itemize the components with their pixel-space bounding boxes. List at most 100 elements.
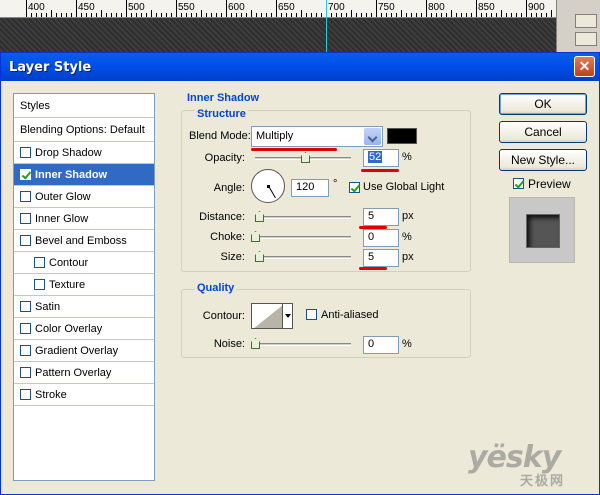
style-item-checkbox[interactable]: [20, 367, 31, 378]
ruler-label: 600: [228, 2, 245, 13]
ruler-tick: [211, 13, 212, 17]
ruler-tick: [271, 13, 272, 17]
ruler-tick: [436, 13, 437, 17]
dialog-titlebar[interactable]: Layer Style: [1, 53, 599, 81]
ok-button[interactable]: OK: [499, 93, 587, 115]
style-item-label: Bevel and Emboss: [35, 234, 127, 247]
ruler-tick: [486, 13, 487, 17]
style-item-checkbox[interactable]: [20, 169, 31, 180]
structure-title: Structure: [195, 108, 248, 120]
style-item-contour[interactable]: Contour: [14, 252, 154, 274]
ruler-tick: [461, 13, 462, 17]
ruler-label: 450: [78, 2, 95, 13]
ruler-tick: [546, 13, 547, 17]
ruler-tick: [201, 10, 202, 17]
ruler-tick: [346, 13, 347, 17]
noise-input[interactable]: 0: [363, 336, 399, 354]
anti-aliased-checkbox[interactable]: [306, 309, 317, 320]
ruler-tick: [476, 0, 477, 17]
ruler-tick: [411, 13, 412, 17]
ruler-label: 400: [28, 2, 45, 13]
contour-picker[interactable]: [251, 303, 283, 329]
choke-input[interactable]: 0: [363, 229, 399, 247]
styles-header[interactable]: Styles: [14, 94, 154, 118]
panel-button[interactable]: [575, 14, 597, 28]
ruler-tick: [301, 10, 302, 17]
opacity-input[interactable]: 52: [363, 149, 399, 167]
style-item-label: Outer Glow: [35, 190, 91, 203]
chevron-down-icon[interactable]: [283, 303, 293, 329]
annotation-underline: [359, 267, 387, 270]
layer-style-dialog: Layer Style ✕ Styles Blending Options: D…: [0, 52, 600, 495]
ruler-tick: [551, 10, 552, 17]
size-slider-track[interactable]: [255, 256, 351, 259]
style-item-label: Satin: [35, 300, 61, 313]
angle-unit: °: [333, 178, 338, 190]
preview-checkbox[interactable]: [513, 178, 524, 189]
shadow-color-swatch[interactable]: [387, 128, 417, 144]
style-item-checkbox[interactable]: [20, 323, 31, 334]
style-item-drop-shadow[interactable]: Drop Shadow: [14, 142, 154, 164]
distance-label: Distance:: [199, 211, 245, 223]
style-item-color-overlay[interactable]: Color Overlay: [14, 318, 154, 340]
chevron-down-icon[interactable]: [364, 128, 381, 145]
guide-line: [326, 0, 327, 52]
annotation-underline: [361, 169, 399, 172]
style-item-gradient-overlay[interactable]: Gradient Overlay: [14, 340, 154, 362]
dialog-title: Layer Style: [9, 59, 92, 75]
ruler-tick: [116, 13, 117, 17]
ruler-tick: [331, 13, 332, 17]
ruler-tick: [41, 13, 42, 17]
blending-options-item[interactable]: Blending Options: Default: [14, 118, 154, 142]
style-item-bevel-and-emboss[interactable]: Bevel and Emboss: [14, 230, 154, 252]
ruler-tick: [161, 13, 162, 17]
ruler-tick: [536, 13, 537, 17]
ruler-tick: [531, 13, 532, 17]
new-style-button[interactable]: New Style...: [499, 149, 587, 171]
use-global-light-checkbox[interactable]: [349, 182, 360, 193]
ruler-tick: [261, 13, 262, 17]
style-item-texture[interactable]: Texture: [14, 274, 154, 296]
ruler-tick: [431, 13, 432, 17]
style-item-checkbox[interactable]: [20, 389, 31, 400]
style-item-checkbox[interactable]: [20, 235, 31, 246]
style-item-stroke[interactable]: Stroke: [14, 384, 154, 406]
noise-slider-track[interactable]: [255, 343, 351, 346]
style-item-inner-glow[interactable]: Inner Glow: [14, 208, 154, 230]
ruler-tick: [281, 13, 282, 17]
choke-label: Choke:: [210, 231, 245, 243]
ruler-tick: [306, 13, 307, 17]
ruler-label: 700: [328, 2, 345, 13]
angle-input[interactable]: 120: [291, 179, 329, 197]
style-item-checkbox[interactable]: [20, 191, 31, 202]
cancel-button[interactable]: Cancel: [499, 121, 587, 143]
blend-mode-value: Multiply: [256, 130, 294, 142]
size-input[interactable]: 5: [363, 249, 399, 267]
ruler-tick: [131, 13, 132, 17]
style-item-checkbox[interactable]: [20, 213, 31, 224]
style-item-checkbox[interactable]: [34, 279, 45, 290]
panel-button[interactable]: [575, 32, 597, 46]
distance-slider-track[interactable]: [255, 216, 351, 219]
ruler-tick: [401, 10, 402, 17]
style-item-checkbox[interactable]: [20, 345, 31, 356]
style-item-checkbox[interactable]: [34, 257, 45, 268]
style-item-checkbox[interactable]: [20, 147, 31, 158]
angle-dial[interactable]: [251, 169, 285, 203]
style-item-satin[interactable]: Satin: [14, 296, 154, 318]
blend-mode-select[interactable]: Multiply: [251, 126, 383, 147]
distance-input[interactable]: 5: [363, 208, 399, 226]
ruler-tick: [136, 13, 137, 17]
ruler-tick: [191, 13, 192, 17]
style-item-pattern-overlay[interactable]: Pattern Overlay: [14, 362, 154, 384]
style-item-checkbox[interactable]: [20, 301, 31, 312]
close-button[interactable]: ✕: [574, 56, 595, 77]
ruler-tick: [256, 13, 257, 17]
choke-slider-track[interactable]: [255, 236, 351, 239]
style-item-outer-glow[interactable]: Outer Glow: [14, 186, 154, 208]
style-item-inner-shadow[interactable]: Inner Shadow: [14, 164, 154, 186]
ruler-tick: [441, 13, 442, 17]
style-item-label: Stroke: [35, 388, 67, 401]
ruler-tick: [266, 13, 267, 17]
style-preview-swatch: [526, 214, 560, 248]
